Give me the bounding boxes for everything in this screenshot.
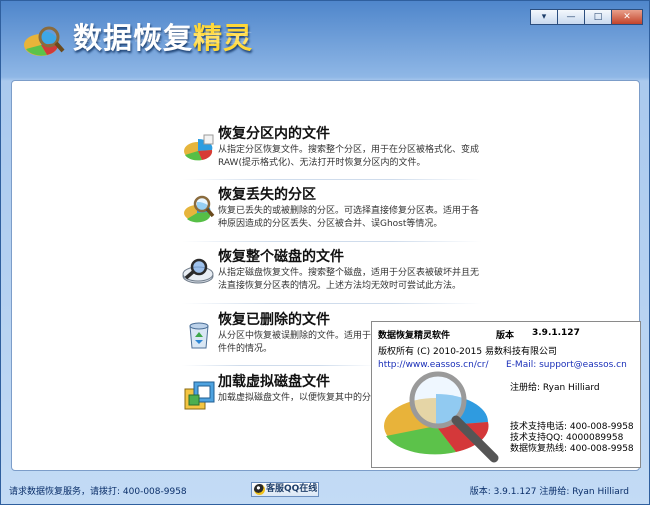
about-version-label: 版本 bbox=[496, 331, 515, 341]
magnifier-pie-icon bbox=[184, 195, 215, 223]
about-popup: 数据恢复精灵软件 版本 3.9.1.127 版权所有 (C) 2010-2015… bbox=[371, 321, 641, 468]
qq-support-button[interactable]: 客服QQ在线 bbox=[251, 482, 319, 497]
title-bar: 数据恢复精灵 数据恢复精灵 ▾ — □ ✕ bbox=[1, 1, 649, 79]
about-email-link[interactable]: E-Mail: support@eassos.cn bbox=[506, 360, 627, 370]
window-controls: ▾ — □ ✕ bbox=[530, 9, 643, 25]
option-title: 加载虚拟磁盘文件 bbox=[218, 374, 330, 390]
virtual-disk-icon bbox=[184, 381, 215, 410]
disk-magnifier-icon bbox=[182, 258, 214, 284]
option-title: 恢复已删除的文件 bbox=[218, 312, 330, 328]
about-copyright: 版权所有 (C) 2010-2015 易数科技有限公司 bbox=[378, 347, 557, 357]
partition-pie-icon bbox=[184, 134, 214, 161]
option-description: 从分区中恢复被误删除的文件。适用于文件件的情况。 bbox=[218, 331, 381, 354]
qq-button-label: 客服QQ在线 bbox=[266, 484, 318, 494]
menu-dropdown-button[interactable]: ▾ bbox=[530, 9, 558, 25]
about-version: 3.9.1.127 bbox=[532, 328, 580, 338]
app-window: 数据恢复精灵 数据恢复精灵 ▾ — □ ✕ 恢复分区内的文件 从指定分区恢复文件… bbox=[0, 0, 650, 505]
option-title: 恢复丢失的分区 bbox=[218, 187, 316, 203]
about-hotline: 数据恢复热线: 400-008-9958 bbox=[510, 444, 634, 454]
service-hotline-text: 请求数据恢复服务，请拨打: 400-008-9958 bbox=[9, 487, 187, 497]
option-title: 恢复分区内的文件 bbox=[218, 126, 330, 142]
option-description: 恢复已丢失的或被删除的分区。可选择直接修复分区表。适用于各种原因造成的分区丢失、… bbox=[218, 206, 480, 229]
divider bbox=[182, 365, 377, 366]
divider bbox=[182, 179, 482, 180]
app-logo-icon bbox=[24, 26, 65, 56]
divider bbox=[182, 241, 482, 242]
about-pie-magnifier-icon bbox=[384, 371, 499, 463]
qq-penguin-icon bbox=[254, 484, 265, 495]
about-product-name: 数据恢复精灵软件 bbox=[378, 331, 451, 341]
option-description: 从指定分区恢复文件。搜索整个分区，用于在分区被格式化、变成RAW(提示格式化)、… bbox=[218, 145, 480, 168]
close-button[interactable]: ✕ bbox=[611, 9, 643, 25]
version-registration-text: 版本: 3.9.1.127 注册给: Ryan Hilliard bbox=[469, 487, 629, 497]
option-title: 恢复整个磁盘的文件 bbox=[218, 249, 344, 265]
app-title-reflection: 数据恢复精灵 bbox=[73, 30, 254, 46]
divider bbox=[182, 303, 482, 304]
status-bar: 请求数据恢复服务，请拨打: 400-008-9958 客服QQ在线 版本: 3.… bbox=[1, 479, 649, 503]
about-registered-to: 注册给: Ryan Hilliard bbox=[510, 383, 600, 393]
recycle-bin-icon bbox=[189, 322, 209, 349]
option-description: 从指定磁盘恢复文件。搜索整个磁盘，适用于分区表被破坏并且无法直接恢复分区表的情况… bbox=[218, 268, 480, 291]
minimize-button[interactable]: — bbox=[557, 9, 585, 25]
maximize-button[interactable]: □ bbox=[584, 9, 612, 25]
